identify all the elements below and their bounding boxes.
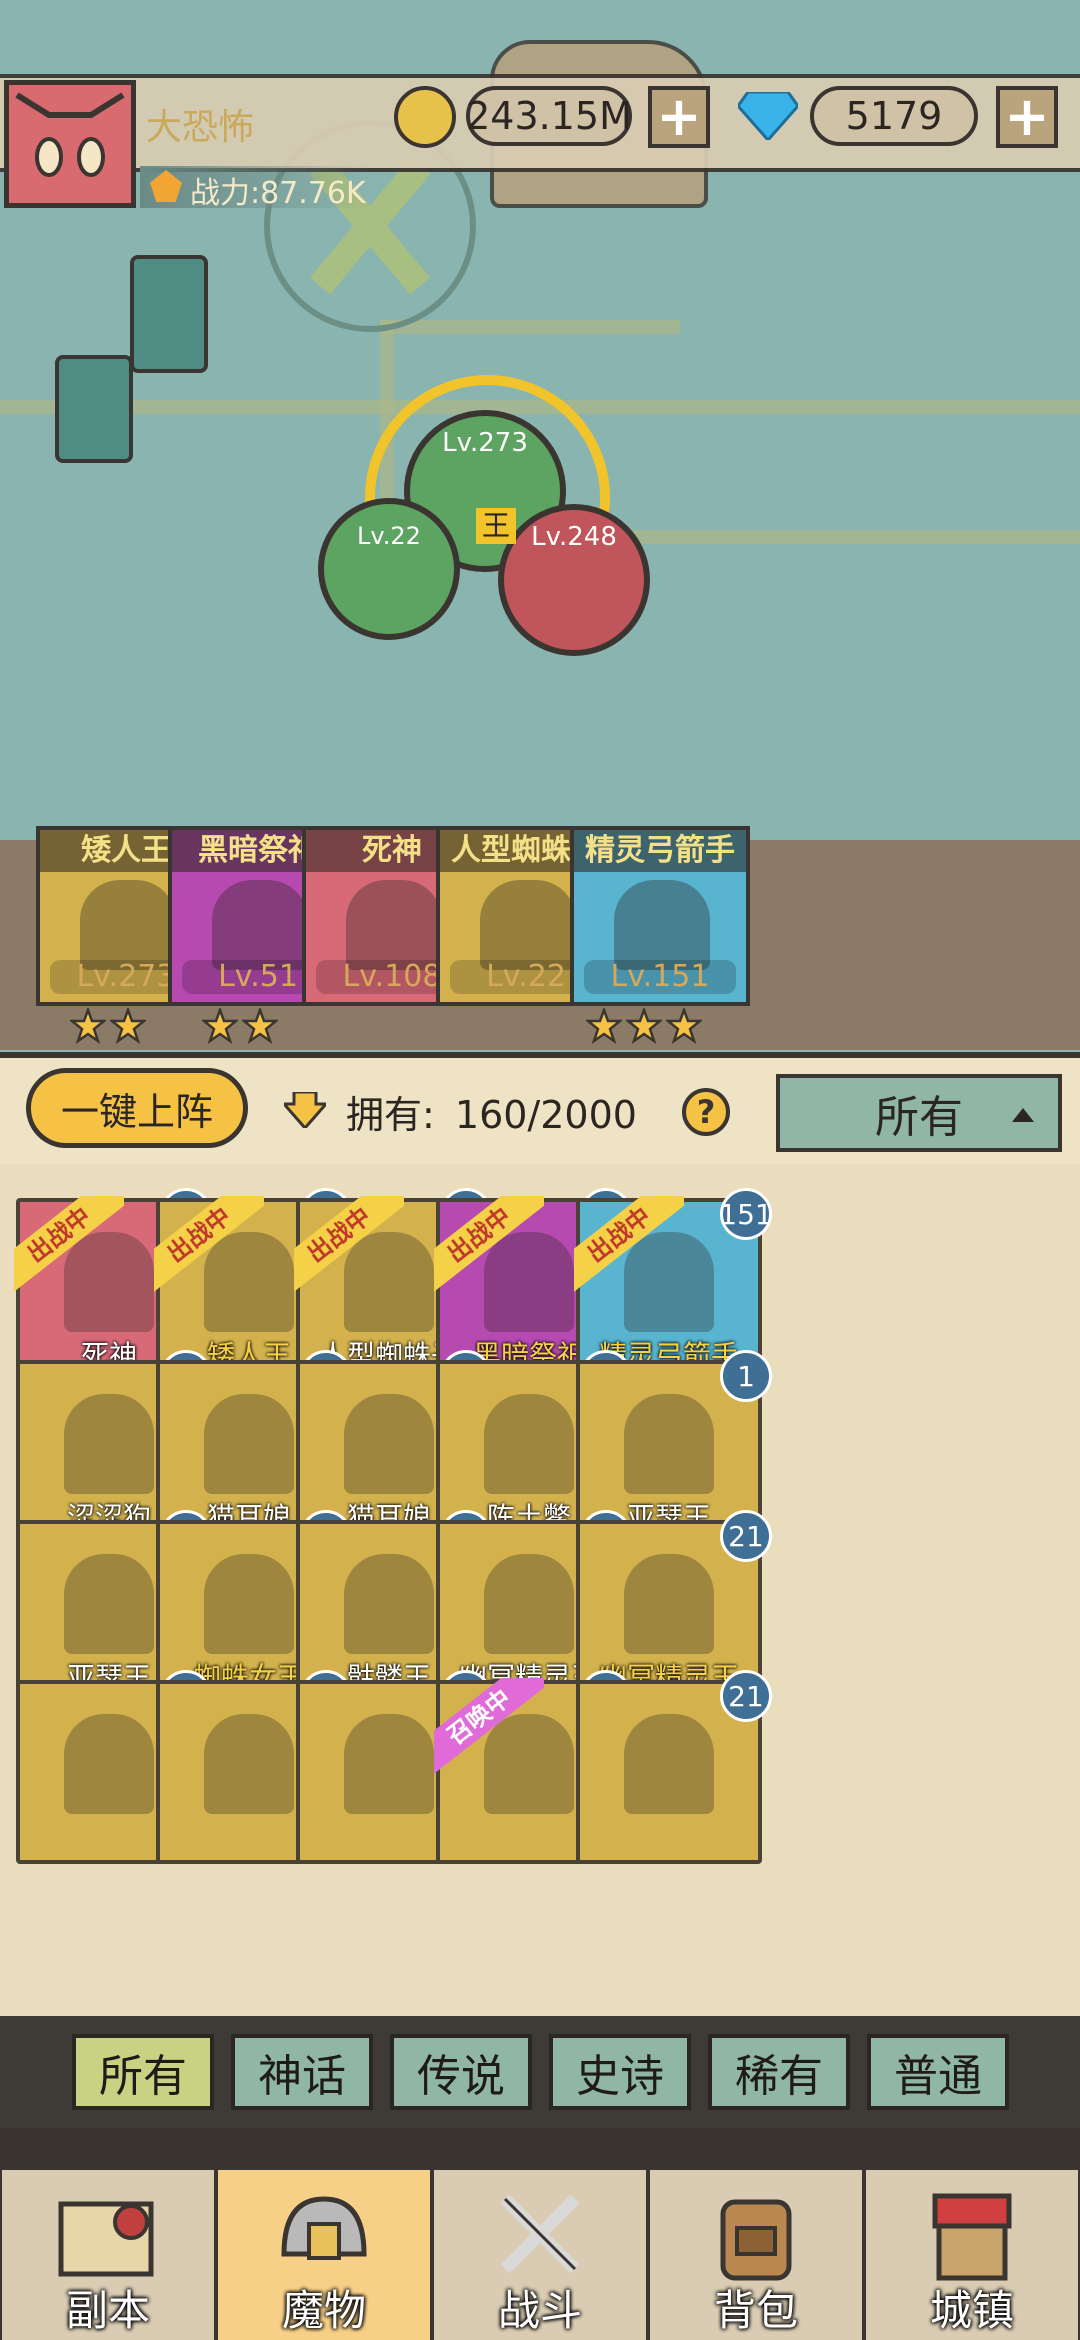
nav-monsters[interactable]: 魔物: [218, 2170, 430, 2340]
team-slot-name: 精灵弓箭手: [574, 830, 746, 872]
star-icon: [70, 1008, 106, 1044]
monster-portrait: [212, 880, 308, 970]
status-ribbon: 出战中: [574, 1196, 684, 1306]
battle-level: Lv.22: [357, 522, 421, 550]
monster-portrait: [624, 1394, 714, 1494]
rarity-tab-5[interactable]: 普通: [867, 2034, 1009, 2110]
rarity-tab-0[interactable]: 所有: [72, 2034, 214, 2110]
battle-bubble-right[interactable]: Lv.248: [498, 504, 650, 656]
nav-label: 魔物: [281, 2286, 366, 2335]
gem-icon: [736, 90, 800, 143]
add-gems-button[interactable]: +: [996, 86, 1058, 148]
gem-amount: 5179: [810, 86, 978, 146]
monster-portrait: [64, 1714, 154, 1814]
star-icon: [626, 1008, 662, 1044]
monster-portrait: [614, 880, 710, 970]
owned-label: 拥有:: [346, 1093, 435, 1137]
player-avatar[interactable]: [4, 80, 136, 208]
gold-coin-icon: [394, 86, 456, 148]
rarity-tab-3[interactable]: 史诗: [549, 2034, 691, 2110]
rarity-tab-1[interactable]: 神话: [231, 2034, 373, 2110]
monster-portrait: [64, 1554, 154, 1654]
rarity-tab-2[interactable]: 传说: [390, 2034, 532, 2110]
star-icon: [202, 1008, 238, 1044]
count-badge: 21: [720, 1510, 772, 1562]
monster-portrait: [484, 1394, 574, 1494]
monster-portrait: [480, 880, 576, 970]
helmet-icon: [281, 2196, 367, 2260]
backpack-icon: [720, 2199, 792, 2281]
map-tree: [55, 355, 133, 463]
add-gold-button[interactable]: +: [648, 86, 710, 148]
monster-card[interactable]: 21: [576, 1670, 772, 1864]
player-name: 大恐怖: [146, 107, 255, 148]
help-button[interactable]: ?: [682, 1088, 730, 1136]
nav-backpack[interactable]: 背包: [650, 2170, 862, 2340]
star-icon: [242, 1008, 278, 1044]
battle-bubble-left[interactable]: Lv.22: [318, 498, 460, 640]
team-slot-level: Lv.151: [584, 960, 736, 994]
monster-portrait: [346, 880, 442, 970]
battle-level: Lv.248: [531, 522, 617, 552]
monster-portrait: [204, 1714, 294, 1814]
down-arrow-icon: [280, 1090, 330, 1131]
team-slot-stars: [70, 1008, 146, 1046]
count-badge: 1: [720, 1350, 772, 1402]
rarity-tab-4[interactable]: 稀有: [708, 2034, 850, 2110]
map-tree: [130, 255, 208, 373]
gold-amount: 243.15M: [466, 86, 632, 146]
avatar-face-icon: [15, 92, 125, 177]
monster-portrait: [484, 1554, 574, 1654]
filter-dropdown-value: 所有: [875, 1092, 963, 1143]
star-icon: [586, 1008, 622, 1044]
filter-dropdown[interactable]: 所有: [776, 1074, 1062, 1152]
monster-portrait: [344, 1714, 434, 1814]
monster-portrait: [80, 880, 176, 970]
player-power: 战力:87.76K: [190, 176, 366, 211]
chevron-up-icon: [1012, 1108, 1034, 1122]
status-ribbon: 出战中: [434, 1196, 544, 1306]
monster-portrait: [204, 1394, 294, 1494]
team-slot-stars: [202, 1008, 278, 1046]
nav-label: 副本: [65, 2286, 150, 2335]
owned-count: 拥有: 160/2000: [346, 1084, 637, 1139]
team-slot[interactable]: 精灵弓箭手 Lv.151: [570, 826, 750, 1006]
star-icon: [666, 1008, 702, 1044]
owned-value: 160/2000: [454, 1093, 637, 1137]
star-icon: [110, 1008, 146, 1044]
king-tag: 王: [476, 508, 516, 544]
crossed-swords-icon: [500, 2194, 580, 2274]
nav-label: 背包: [713, 2286, 798, 2335]
nav-dungeon[interactable]: 副本: [2, 2170, 214, 2340]
monster-portrait: [624, 1554, 714, 1654]
nav-battle[interactable]: 战斗: [434, 2170, 646, 2340]
one-key-deploy-button[interactable]: 一键上阵: [26, 1068, 248, 1148]
status-ribbon: 出战中: [14, 1196, 124, 1306]
monster-portrait: [344, 1554, 434, 1654]
team-slot-stars: [586, 1008, 702, 1046]
status-ribbon: 出战中: [294, 1196, 404, 1306]
status-ribbon: 召唤中: [434, 1678, 544, 1788]
monster-portrait: [64, 1394, 154, 1494]
monster-grid[interactable]: 出战中108死神出战中273矮人王出战中22人型蜘蛛子出战中51黑暗祭祀出战中1…: [0, 1164, 1080, 2016]
nav-town[interactable]: 城镇: [866, 2170, 1078, 2340]
map-scroll-icon: [58, 2201, 154, 2277]
monster-portrait: [344, 1394, 434, 1494]
monster-portrait: [624, 1714, 714, 1814]
nav-label: 城镇: [929, 2286, 1014, 2335]
town-shop-icon: [932, 2193, 1012, 2281]
count-badge: 151: [719, 1188, 773, 1240]
monster-portrait: [204, 1554, 294, 1654]
nav-label: 战斗: [497, 2286, 582, 2335]
status-ribbon: 出战中: [154, 1196, 264, 1306]
count-badge: 21: [720, 1670, 772, 1722]
